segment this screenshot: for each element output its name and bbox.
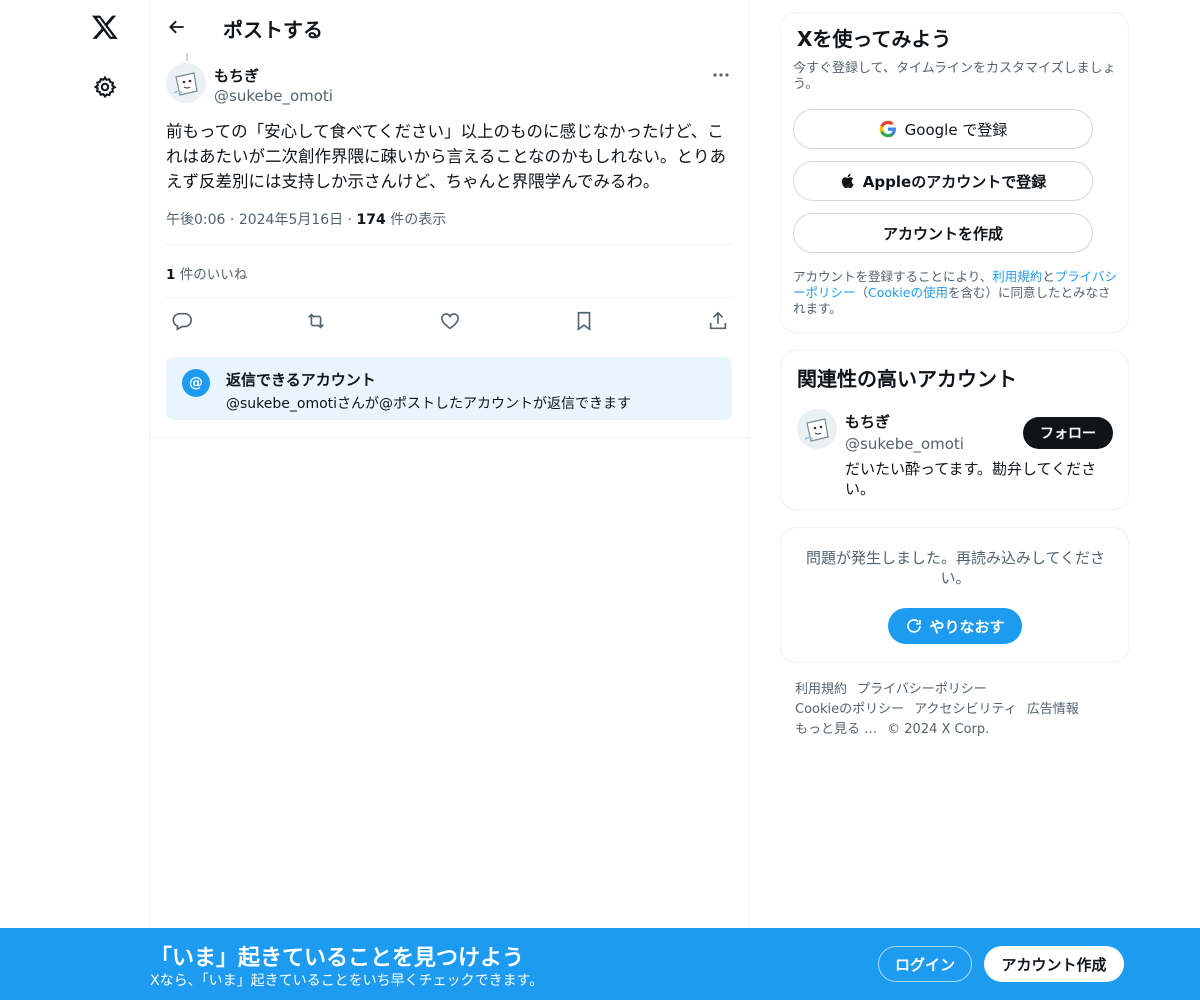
avatar[interactable] [797,409,837,449]
footer-link-privacy[interactable]: プライバシーポリシー [857,680,987,700]
legal-text: アカウントを登録することにより、利用規約とプライバシーポリシー（Cookieの使… [793,269,1118,317]
bookmark-icon[interactable] [570,307,598,335]
at-sign-icon: @ [182,369,210,397]
create-account-label: アカウントを作成 [882,224,1003,243]
reply-note-description: @sukebe_omotiさんが@ポストしたアカウントが返信できます [226,396,632,412]
signup-card: Xを使ってみよう 今すぐ登録して、タイムラインをカスタマイズしましょう。 Goo… [780,12,1129,333]
post-actions [166,307,734,335]
related-account-bio: だいたい酔ってます。勘弁してください。 [845,460,1097,498]
gear-icon[interactable] [90,72,120,102]
signup-title: Xを使ってみよう [797,27,952,51]
signup-banner: 「いま」起きていることを見つけよう Xなら、「いま」起きていることをいち早くチェ… [0,928,1200,1000]
reply-icon[interactable] [168,307,196,335]
legal-and: と [1042,269,1055,284]
login-button[interactable]: ログイン [878,946,972,982]
google-icon [879,120,896,138]
post-text: 前もっての「安心して食べてください」以上のものに感じなかったけど、これはあたいが… [166,122,727,191]
footer-link-ads[interactable]: 広告情報 [1027,700,1079,720]
post-date[interactable]: 2024年5月16日 [239,212,343,228]
apple-signup-label: Appleのアカウントで登録 [862,172,1047,191]
related-account-handle[interactable]: @sukebe_omoti [845,435,964,453]
related-title: 関連性の高いアカウント [797,367,1017,391]
create-account-button[interactable]: アカウントを作成 [793,213,1093,253]
main-column: ポストする もちぎ @sukebe_omoti 前もっての「安心して食べてくださ… [149,0,750,1000]
footer-link-terms[interactable]: 利用規約 [795,680,847,700]
banner-create-account-button[interactable]: アカウント作成 [984,946,1124,982]
banner-subtitle: Xなら、「いま」起きていることをいち早くチェックできます。 [150,973,544,989]
footer-copyright: © 2024 X Corp. [887,722,990,737]
views-label: 件の表示 [390,212,447,228]
signup-subtitle: 今すぐ登録して、タイムラインをカスタマイズしましょう。 [793,61,1116,92]
legal-prefix: アカウントを登録することにより、 [793,269,993,284]
google-signup-button[interactable]: Google で登録 [793,109,1093,149]
terms-link[interactable]: 利用規約 [992,269,1042,284]
page-title: ポストする [223,18,323,42]
author-name[interactable]: もちぎ [214,65,259,86]
author-handle[interactable]: @sukebe_omoti [214,87,333,105]
refresh-icon [907,619,922,633]
footer-link-cookie[interactable]: Cookieのポリシー [795,700,904,720]
likes-count: 1 [166,267,176,283]
divider [166,244,734,245]
apple-signup-button[interactable]: Appleのアカウントで登録 [793,161,1093,201]
banner-title: 「いま」起きていることを見つけよう [150,946,525,971]
legal-open: （ [855,285,869,300]
reply-note-title: 返信できるアカウント [226,371,376,389]
likes-label: 件のいいね [179,267,248,283]
error-message: 問題が発生しました。再読み込みしてください。 [805,549,1106,587]
views-count: 174 [356,212,386,228]
like-icon[interactable] [436,307,464,335]
post-time[interactable]: 午後0:06 [166,212,225,228]
retry-button[interactable]: やりなおす [888,608,1022,644]
thread-line [186,53,188,61]
more-options-icon[interactable] [706,65,736,85]
footer-link-more[interactable]: もっと見る … [795,720,877,740]
related-accounts-card: 関連性の高いアカウント もちぎ @sukebe_omoti フォロー だいたい酔… [780,350,1129,510]
google-signup-label: Google で登録 [904,120,1008,139]
reply-restriction-note: @ 返信できるアカウント @sukebe_omotiさんが@ポストしたアカウント… [166,357,732,420]
related-account-name[interactable]: もちぎ [845,411,890,432]
share-icon[interactable] [704,307,732,335]
retry-label: やりなおす [929,617,1005,636]
error-card: 問題が発生しました。再読み込みしてください。 やりなおす [780,527,1129,663]
repost-icon[interactable] [302,307,330,335]
apple-icon [841,173,854,189]
follow-button[interactable]: フォロー [1023,417,1113,449]
footer-link-accessibility[interactable]: アクセシビリティ [914,700,1017,720]
meta-separator: · [229,212,239,228]
left-nav [0,0,150,1000]
divider [150,437,750,438]
footer-links: 利用規約 プライバシーポリシー Cookieのポリシー アクセシビリティ 広告情報 も… [795,680,1125,740]
back-arrow-icon[interactable] [162,12,192,42]
divider [166,297,734,298]
x-logo-icon[interactable] [88,10,122,44]
avatar[interactable] [166,63,206,103]
likes-stat[interactable]: 1 件のいいね [166,263,247,283]
top-bar: ポストする [150,0,750,53]
post-meta: 午後0:06 · 2024年5月16日 · 174 件の表示 [166,209,446,229]
meta-separator: · [347,212,357,228]
cookie-link[interactable]: Cookieの使用 [868,285,948,300]
